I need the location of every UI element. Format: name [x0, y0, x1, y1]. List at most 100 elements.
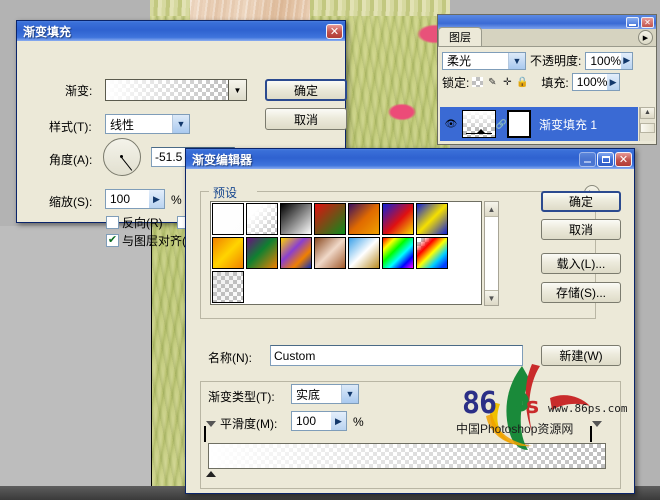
reverse-checkbox[interactable]: 反向(R) [106, 214, 163, 231]
layer-thumbnail[interactable] [462, 110, 496, 138]
layers-close-button[interactable]: ✕ [641, 17, 654, 28]
presets-swatch-grid [210, 201, 482, 305]
blend-mode-row: 柔光 ▼ 不透明度: 100% ▶ [442, 51, 652, 70]
chevron-down-icon: ▼ [508, 53, 525, 69]
load-button[interactable]: 载入(L)... [541, 253, 621, 274]
preset-swatch-foreground-to-background-white[interactable] [212, 203, 244, 235]
link-icon[interactable]: 🔗 [498, 118, 505, 130]
gradient-name-value: Custom [274, 349, 315, 363]
preset-swatch-red-green[interactable] [314, 203, 346, 235]
preset-swatch-transparent-rainbow[interactable] [416, 237, 448, 269]
gradient-type-select[interactable]: 实底 ▼ [291, 384, 359, 404]
preset-swatch-spectrum[interactable] [382, 237, 414, 269]
gradient-fill-titlebar: 渐变填充 ✕ [17, 21, 345, 41]
presets-scrollbar[interactable]: ▲ ▼ [484, 201, 499, 306]
gradient-editor-title: 渐变编辑器 [192, 151, 578, 168]
layer-row-gradient-fill-1[interactable]: 👁 🔗 渐变填充 1 [440, 107, 638, 141]
lock-move-icon[interactable]: ✛ [501, 77, 513, 88]
canvas-border [0, 226, 152, 486]
scroll-down-icon[interactable]: ▼ [485, 290, 498, 305]
scroll-up-icon[interactable]: ▲ [640, 107, 655, 119]
eye-icon[interactable]: 👁 [444, 118, 458, 130]
gradient-type-label: 渐变类型(T): [208, 388, 275, 405]
scrollbar-thumb[interactable] [640, 123, 655, 133]
tab-layers[interactable]: 图层 [438, 27, 482, 46]
angle-label: 角度(A): [49, 151, 92, 168]
editor-cancel-button[interactable]: 取消 [541, 219, 621, 240]
watermark-swoosh-icon [480, 362, 600, 452]
opacity-stepper-icon[interactable]: ▶ [621, 53, 632, 69]
opacity-stop-left[interactable] [204, 427, 216, 441]
preset-swatch-orange-yellow-orange[interactable] [212, 237, 244, 269]
scale-input[interactable]: 100 ▶ [105, 189, 165, 209]
preset-swatch-blue-yellow-blue[interactable] [416, 203, 448, 235]
scale-label: 缩放(S): [49, 193, 92, 210]
smoothness-unit: % [353, 415, 364, 429]
name-label: 名称(N): [208, 349, 252, 366]
chevron-down-icon: ▼ [341, 385, 358, 403]
save-button[interactable]: 存储(S)... [541, 282, 621, 303]
layer-name: 渐变填充 1 [539, 116, 597, 133]
lock-label: 锁定: [442, 74, 469, 91]
gradient-label: 渐变: [65, 82, 92, 99]
scale-stepper-icon[interactable]: ▶ [149, 190, 164, 208]
ok-button[interactable]: 确定 [265, 79, 347, 101]
preset-swatch-foreground-to-transparent[interactable] [246, 203, 278, 235]
layers-panel: ✕ 图层 ▶ 柔光 ▼ 不透明度: 100% ▶ 锁定: ✎ ✛ 🔒 填充: 1… [437, 14, 657, 145]
style-label: 样式(T): [49, 118, 92, 135]
scale-unit: % [171, 193, 182, 207]
maximize-icon[interactable] [597, 152, 614, 167]
angle-dial-needle [120, 156, 132, 171]
scale-value: 100 [110, 192, 130, 206]
gradient-preview-swatch[interactable] [105, 79, 229, 101]
smoothness-stepper-icon[interactable]: ▶ [331, 412, 346, 430]
fill-field[interactable]: 100% ▶ [572, 73, 620, 91]
preset-swatch-copper[interactable] [314, 237, 346, 269]
gradient-type-value: 实底 [296, 386, 320, 403]
lock-all-icon[interactable]: 🔒 [516, 77, 528, 88]
fill-stepper-icon[interactable]: ▶ [607, 74, 618, 90]
fill-value: 100% [577, 75, 608, 89]
angle-dial[interactable] [103, 138, 141, 176]
smoothness-input[interactable]: 100 ▶ [291, 411, 347, 431]
style-value: 线性 [110, 116, 134, 133]
checkbox-box[interactable]: ✔ [106, 234, 119, 247]
gradient-editor-titlebar: 渐变编辑器 ✕ [186, 149, 634, 169]
smoothness-label: 平滑度(M): [220, 415, 277, 432]
panel-menu-icon[interactable]: ▶ [638, 30, 653, 45]
minimize-icon[interactable] [579, 152, 596, 167]
preset-swatch-violet-orange[interactable] [348, 203, 380, 235]
fill-label: 填充: [541, 74, 568, 91]
scroll-up-icon[interactable]: ▲ [485, 202, 498, 217]
angle-value: -51.5 [155, 150, 182, 164]
align-with-layer-checkbox[interactable]: ✔ 与图层对齐(L) [106, 232, 197, 249]
editor-ok-button[interactable]: 确定 [541, 191, 621, 212]
gradient-fill-title: 渐变填充 [23, 23, 325, 40]
scrollbar-track[interactable] [485, 217, 498, 290]
style-select[interactable]: 线性 ▼ [105, 114, 190, 134]
smoothness-value: 100 [296, 414, 316, 428]
preset-swatch-black-white[interactable] [280, 203, 312, 235]
preset-swatch-blue-red-yellow[interactable] [382, 203, 414, 235]
lock-transparency-icon[interactable] [472, 77, 483, 87]
chevron-down-icon: ▼ [172, 115, 189, 133]
layers-scrollbar[interactable]: ▲ [639, 107, 655, 141]
blend-mode-select[interactable]: 柔光 ▼ [442, 52, 526, 70]
close-icon[interactable]: ✕ [615, 152, 632, 167]
lock-row: 锁定: ✎ ✛ 🔒 填充: 100% ▶ [442, 73, 652, 91]
cancel-button[interactable]: 取消 [265, 108, 347, 130]
preset-swatch-chrome[interactable] [348, 237, 380, 269]
preset-swatch-violet-green-orange[interactable] [246, 237, 278, 269]
layer-mask-thumbnail[interactable] [507, 110, 531, 138]
preset-swatch-yellow-violet-orange-blue[interactable] [280, 237, 312, 269]
gradient-picker-chevron-icon[interactable]: ▼ [228, 79, 247, 101]
layers-minimize-button[interactable] [626, 17, 639, 28]
checkbox-box[interactable] [106, 216, 119, 229]
preset-swatch-transparent-stripes[interactable] [212, 271, 244, 303]
opacity-value: 100% [590, 54, 621, 68]
lock-paint-icon[interactable]: ✎ [486, 77, 498, 88]
opacity-field[interactable]: 100% ▶ [585, 52, 633, 70]
close-icon[interactable]: ✕ [326, 24, 343, 39]
color-stop-left[interactable] [206, 471, 216, 477]
angle-dial-center [120, 155, 123, 158]
